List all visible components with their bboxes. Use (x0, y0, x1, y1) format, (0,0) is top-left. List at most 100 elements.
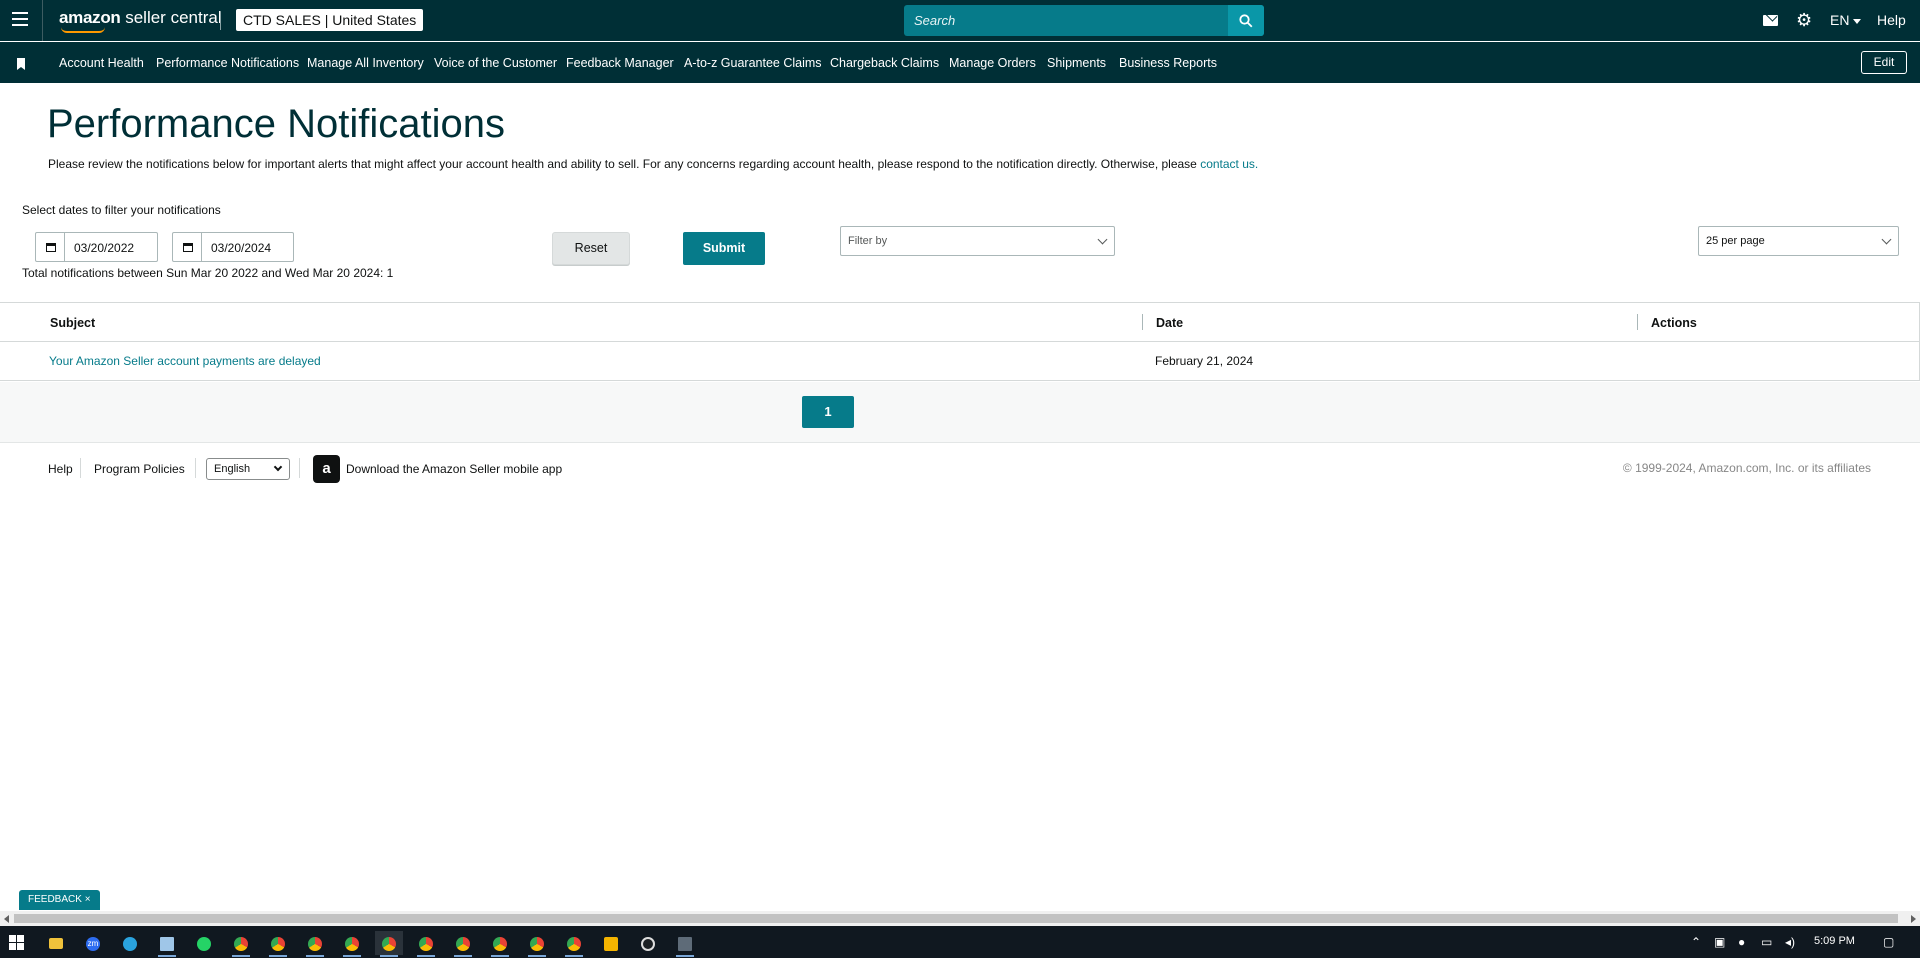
logo-smile-icon (61, 27, 105, 33)
nav-item-performance-notifications[interactable]: Performance Notifications (156, 56, 299, 70)
seller-central-logo[interactable]: amazon seller central (59, 8, 222, 33)
search-bar[interactable]: Search (904, 5, 1264, 36)
calculator-icon[interactable] (671, 931, 699, 957)
chevron-down-icon (1853, 18, 1862, 24)
divider (42, 0, 43, 41)
store-switcher[interactable]: CTD SALES | United States (236, 9, 424, 31)
search-icon (1239, 14, 1253, 28)
footer-language-value: English (214, 463, 251, 475)
footer-divider (299, 458, 300, 478)
telegram-icon[interactable] (116, 931, 144, 955)
search-input[interactable]: Search (914, 13, 955, 28)
feedback-tab[interactable]: FEEDBACK × (19, 890, 100, 910)
windows-start-icon[interactable] (9, 935, 24, 950)
store-name: CTD SALES (243, 12, 321, 28)
windows-taskbar: zm ⌃ ▣ ● ▭ ◂) 5:09 PM ▢ (0, 926, 1920, 958)
calendar-icon[interactable] (173, 233, 202, 261)
start-date-field[interactable]: 03/20/2022 (35, 232, 158, 262)
network-icon[interactable]: ▭ (1761, 935, 1772, 949)
reset-button[interactable]: Reset (552, 232, 630, 265)
scroll-right-arrow-icon[interactable] (1911, 915, 1916, 923)
nav-item-chargeback-claims[interactable]: Chargeback Claims (830, 56, 939, 70)
scroll-left-arrow-icon[interactable] (4, 915, 9, 923)
contact-us-link[interactable]: contact us. (1200, 157, 1258, 171)
github-icon[interactable] (634, 931, 662, 955)
whatsapp-icon[interactable] (190, 931, 218, 955)
seller-app-icon[interactable]: a (313, 455, 340, 483)
nav-item-a-to-z-claims[interactable]: A-to-z Guarantee Claims (684, 56, 822, 70)
download-app-link[interactable]: Download the Amazon Seller mobile app (346, 462, 562, 476)
chrome-icon[interactable] (560, 931, 588, 957)
chrome-icon[interactable] (264, 931, 292, 957)
scrollbar-thumb[interactable] (14, 914, 1898, 923)
start-date-value: 03/20/2022 (74, 241, 135, 255)
nav-item-account-health[interactable]: Account Health (59, 56, 144, 70)
nav-item-manage-orders[interactable]: Manage Orders (949, 56, 1036, 70)
per-page-dropdown[interactable]: 25 per page (1698, 226, 1899, 256)
column-divider (1637, 314, 1638, 330)
store-region: United States (332, 12, 417, 28)
footer-language-select[interactable]: English (206, 458, 290, 480)
notepad-icon[interactable] (153, 931, 181, 957)
nav-item-manage-all-inventory[interactable]: Manage All Inventory (307, 56, 424, 70)
help-link[interactable]: Help (1877, 12, 1906, 28)
notifications-table: Subject Date Actions Your Amazon Seller … (0, 302, 1920, 381)
mail-icon[interactable] (1763, 15, 1778, 26)
program-policies-link[interactable]: Program Policies (94, 462, 185, 476)
chrome-icon[interactable] (449, 931, 477, 957)
submit-button[interactable]: Submit (683, 232, 765, 265)
feedback-label: FEEDBACK (28, 894, 82, 905)
close-icon[interactable]: × (85, 894, 91, 905)
chevron-up-icon[interactable]: ⌃ (1691, 935, 1701, 949)
notification-icon[interactable]: ▢ (1883, 935, 1894, 949)
chrome-icon[interactable] (486, 931, 514, 957)
pagination: 1 (0, 382, 1920, 443)
zoom-icon-label: zm (86, 936, 100, 951)
edit-nav-button[interactable]: Edit (1861, 51, 1907, 74)
column-divider (1142, 314, 1143, 330)
nav-item-voice-of-the-customer[interactable]: Voice of the Customer (434, 56, 557, 70)
language-selector[interactable]: EN (1830, 12, 1862, 28)
calendar-icon[interactable] (36, 233, 65, 261)
footer-help-link[interactable]: Help (48, 462, 73, 476)
top-bar: amazon seller central CTD SALES | United… (0, 0, 1920, 41)
page-intro: Please review the notifications below fo… (48, 157, 1258, 171)
chrome-icon[interactable] (227, 931, 255, 957)
menu-icon[interactable] (12, 12, 28, 26)
end-date-field[interactable]: 03/20/2024 (172, 232, 294, 262)
bookmark-nav-bar: Account Health Performance Notifications… (0, 42, 1920, 83)
notification-subject-link[interactable]: Your Amazon Seller account payments are … (49, 354, 321, 368)
total-notifications-text: Total notifications between Sun Mar 20 2… (22, 266, 394, 280)
per-page-value: 25 per page (1706, 235, 1765, 247)
gear-icon[interactable]: ⚙ (1796, 11, 1812, 29)
column-header-subject: Subject (50, 316, 96, 330)
nav-item-business-reports[interactable]: Business Reports (1119, 56, 1217, 70)
chrome-icon[interactable] (523, 931, 551, 957)
copyright-text: © 1999-2024, Amazon.com, Inc. or its aff… (1622, 461, 1871, 475)
footer-divider (80, 458, 81, 478)
chevron-down-icon (1097, 234, 1108, 245)
zoom-icon[interactable]: zm (79, 931, 107, 955)
volume-icon[interactable]: ◂) (1785, 935, 1795, 949)
nav-item-shipments[interactable]: Shipments (1047, 56, 1106, 70)
chrome-icon[interactable] (301, 931, 329, 957)
date-filter-label: Select dates to filter your notification… (22, 203, 221, 217)
page-button-current[interactable]: 1 (802, 396, 854, 428)
column-header-date: Date (1156, 316, 1184, 330)
file-explorer-icon[interactable] (42, 931, 70, 955)
logo-text: amazon (59, 8, 121, 27)
bookmark-icon[interactable] (17, 58, 25, 70)
chrome-icon[interactable] (338, 931, 366, 957)
search-button[interactable] (1228, 5, 1264, 36)
filter-by-dropdown[interactable]: Filter by (840, 226, 1115, 256)
chrome-icon[interactable] (412, 931, 440, 957)
rocket-app-icon[interactable] (597, 931, 625, 955)
microphone-icon[interactable]: ● (1738, 935, 1745, 949)
chrome-icon[interactable] (375, 931, 403, 957)
clock[interactable]: 5:09 PM (1814, 935, 1855, 947)
page-title: Performance Notifications (47, 102, 505, 146)
nav-item-feedback-manager[interactable]: Feedback Manager (566, 56, 674, 70)
camera-icon[interactable]: ▣ (1714, 935, 1725, 949)
horizontal-scrollbar[interactable] (0, 911, 1920, 926)
chevron-down-icon (1881, 234, 1892, 245)
